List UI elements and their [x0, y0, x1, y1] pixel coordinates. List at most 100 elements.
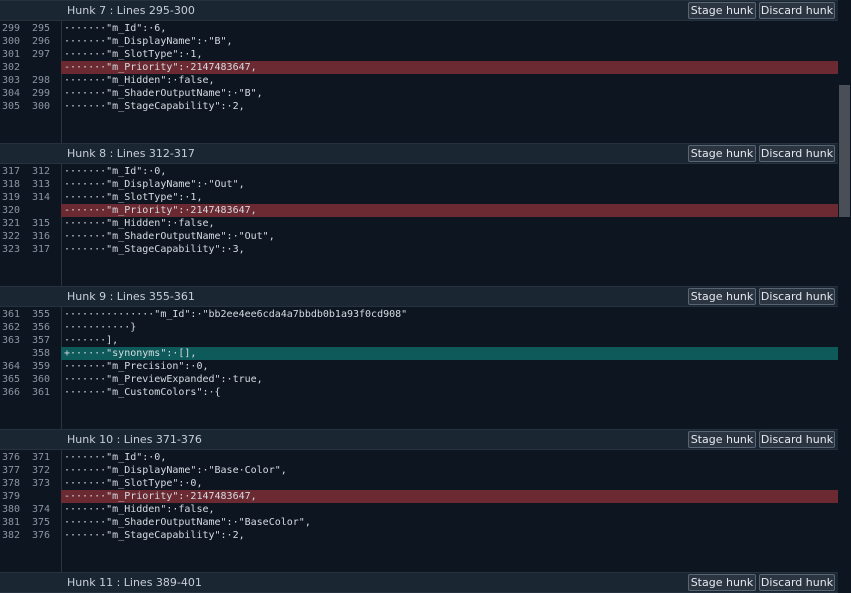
hunk: Hunk 11 : Lines 389-401 Stage hunk Discard… — [0, 572, 838, 593]
scrollbar-thumb[interactable] — [839, 85, 850, 217]
context-line[interactable]: 381 375 ·······"m_ShaderOutputName":·"Base… — [0, 516, 838, 529]
old-line-number: 321 — [2, 218, 21, 229]
hunk: Hunk 7 : Lines 295-300 Stage hunk Discard … — [0, 0, 838, 113]
stage-hunk-button[interactable]: Stage hunk — [688, 145, 756, 162]
code-text: ·······"m_SlotType":·1, — [64, 49, 203, 60]
code-text: ·······"m_DisplayName":·"Out", — [64, 179, 245, 190]
stage-hunk-button[interactable]: Stage hunk — [688, 2, 756, 19]
context-line[interactable]: 303 298 ·······"m_Hidden":·false, — [0, 74, 838, 87]
discard-hunk-button[interactable]: Discard hunk — [759, 145, 835, 162]
code-text: ·······"m_ShaderOutputName":·"B", — [64, 88, 263, 99]
stage-hunk-button[interactable]: Stage hunk — [688, 431, 756, 448]
old-line-number: 363 — [2, 335, 21, 346]
code-text: ·······"m_Id":·0, — [64, 166, 167, 177]
new-line-number: 312 — [31, 166, 50, 177]
context-line[interactable]: 317 312 ·······"m_Id":·0, — [0, 165, 838, 178]
removed-line[interactable]: 302 -······"m_Priority":·2147483647, — [0, 61, 838, 74]
old-line-number: 303 — [2, 75, 21, 86]
new-line-number: 372 — [31, 465, 50, 476]
context-line[interactable]: 362 356 ···········} — [0, 321, 838, 334]
new-line-number: 298 — [31, 75, 50, 86]
context-line[interactable]: 376 371 ·······"m_Id":·0, — [0, 451, 838, 464]
context-line[interactable]: 319 314 ·······"m_SlotType":·1, — [0, 191, 838, 204]
context-line[interactable]: 301 297 ·······"m_SlotType":·1, — [0, 48, 838, 61]
old-line-number: 302 — [2, 62, 21, 73]
new-line-number: 313 — [31, 179, 50, 190]
code-text: ·······"m_PreviewExpanded":·true, — [64, 374, 263, 385]
context-line[interactable]: 321 315 ·······"m_Hidden":·false, — [0, 217, 838, 230]
new-line-number: 358 — [31, 348, 50, 359]
context-line[interactable]: 318 313 ·······"m_DisplayName":·"Out", — [0, 178, 838, 191]
added-line[interactable]: 358 +······"synonyms":·[], — [0, 347, 838, 360]
context-line[interactable]: 366 361 ·······"m_CustomColors":·{ — [0, 386, 838, 399]
context-line[interactable]: 364 359 ·······"m_Precision":·0, — [0, 360, 838, 373]
code-text: -······"m_Priority":·2147483647, — [61, 490, 838, 503]
context-line[interactable]: 299 295 ·······"m_Id":·6, — [0, 22, 838, 35]
code-text: ·······"m_ShaderOutputName":·"BaseColor"… — [64, 517, 311, 528]
old-line-number: 317 — [2, 166, 21, 177]
old-line-number: 364 — [2, 361, 21, 372]
old-line-number: 366 — [2, 387, 21, 398]
context-line[interactable]: 323 317 ·······"m_StageCapability":·3, — [0, 243, 838, 256]
context-line[interactable]: 300 296 ·······"m_DisplayName":·"B", — [0, 35, 838, 48]
code-text: ·······"m_DisplayName":·"B", — [64, 36, 233, 47]
new-line-number: 295 — [31, 23, 50, 34]
hunk: Hunk 9 : Lines 355-361 Stage hunk Discard … — [0, 286, 838, 399]
code-text: ·······"m_Id":·0, — [64, 452, 167, 463]
new-line-number: 355 — [31, 309, 50, 320]
stage-hunk-button[interactable]: Stage hunk — [688, 288, 756, 305]
discard-hunk-button[interactable]: Discard hunk — [759, 574, 835, 591]
hunk-header: Hunk 7 : Lines 295-300 Stage hunk Discard … — [0, 0, 838, 21]
context-line[interactable]: 305 300 ·······"m_StageCapability":·2, — [0, 100, 838, 113]
hunk-title: Hunk 8 : Lines 312-317 — [67, 147, 195, 160]
hunk: Hunk 8 : Lines 312-317 Stage hunk Discard … — [0, 143, 838, 256]
hunk-lines: 361 355 ···············"m_Id":·"bb2ee4ee6c… — [0, 308, 838, 399]
old-line-number: 300 — [2, 36, 21, 47]
code-text: ·······"m_Precision":·0, — [64, 361, 209, 372]
old-line-number: 304 — [2, 88, 21, 99]
removed-line[interactable]: 320 -······"m_Priority":·2147483647, — [0, 204, 838, 217]
discard-hunk-button[interactable]: Discard hunk — [759, 431, 835, 448]
old-line-number: 380 — [2, 504, 21, 515]
new-line-number: 360 — [31, 374, 50, 385]
hunk-lines: 376 371 ·······"m_Id":·0, 377 372 ·······"m_D… — [0, 451, 838, 542]
new-line-number: 315 — [31, 218, 50, 229]
discard-hunk-button[interactable]: Discard hunk — [759, 2, 835, 19]
hunk-title: Hunk 7 : Lines 295-300 — [67, 4, 195, 17]
context-line[interactable]: 382 376 ·······"m_StageCapability":·2, — [0, 529, 838, 542]
code-text: +······"synonyms":·[], — [61, 347, 838, 360]
context-line[interactable]: 361 355 ···············"m_Id":·"bb2ee4ee6c… — [0, 308, 838, 321]
removed-line[interactable]: 379 -······"m_Priority":·2147483647, — [0, 490, 838, 503]
old-line-number: 319 — [2, 192, 21, 203]
code-text: ·······"m_SlotType":·0, — [64, 478, 203, 489]
old-line-number: 323 — [2, 244, 21, 255]
old-line-number: 318 — [2, 179, 21, 190]
code-text: ···········} — [64, 322, 137, 333]
context-line[interactable]: 377 372 ·······"m_DisplayName":·"Base·Colo… — [0, 464, 838, 477]
discard-hunk-button[interactable]: Discard hunk — [759, 288, 835, 305]
new-line-number: 375 — [31, 517, 50, 528]
old-line-number: 378 — [2, 478, 21, 489]
old-line-number: 365 — [2, 374, 21, 385]
stage-hunk-button[interactable]: Stage hunk — [688, 574, 756, 591]
old-line-number: 320 — [2, 205, 21, 216]
context-line[interactable]: 378 373 ·······"m_SlotType":·0, — [0, 477, 838, 490]
context-line[interactable]: 304 299 ·······"m_ShaderOutputName":·"B", — [0, 87, 838, 100]
context-line[interactable]: 363 357 ·······], — [0, 334, 838, 347]
hunk: Hunk 10 : Lines 371-376 Stage hunk Discard… — [0, 429, 838, 542]
new-line-number: 316 — [31, 231, 50, 242]
old-line-number: 382 — [2, 530, 21, 541]
new-line-number: 371 — [31, 452, 50, 463]
old-line-number: 305 — [2, 101, 21, 112]
code-text: ·······"m_CustomColors":·{ — [64, 387, 221, 398]
context-line[interactable]: 322 316 ·······"m_ShaderOutputName":·"Out"… — [0, 230, 838, 243]
hunk-title: Hunk 9 : Lines 355-361 — [67, 290, 195, 303]
code-text: ·······"m_SlotType":·1, — [64, 192, 203, 203]
hunk-title: Hunk 11 : Lines 389-401 — [67, 576, 202, 589]
old-line-number: 362 — [2, 322, 21, 333]
code-text: ···············"m_Id":·"bb2ee4ee6cda4a7b… — [64, 309, 408, 320]
vertical-scrollbar[interactable] — [838, 0, 851, 593]
old-line-number: 361 — [2, 309, 21, 320]
context-line[interactable]: 380 374 ·······"m_Hidden":·false, — [0, 503, 838, 516]
context-line[interactable]: 365 360 ·······"m_PreviewExpanded":·true, — [0, 373, 838, 386]
